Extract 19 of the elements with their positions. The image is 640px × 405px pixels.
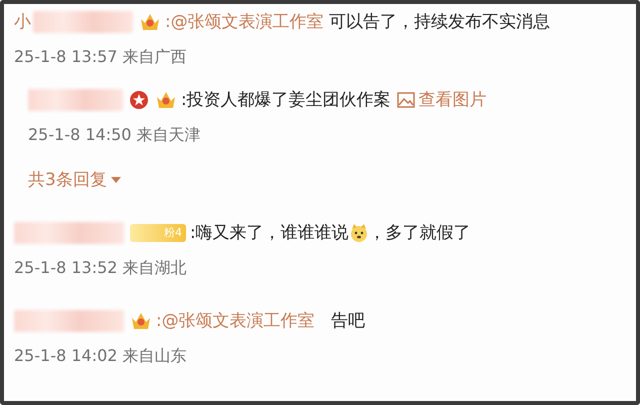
dog-emoji-icon	[348, 222, 369, 242]
mention-link[interactable]: :@张颂文表演工作室	[156, 309, 315, 332]
comment-text: 可以告了，持续发布不实消息	[328, 11, 550, 33]
comment-meta: 25-1-8 14:02 来自山东	[14, 346, 188, 367]
image-icon	[396, 92, 415, 108]
comment-text: :嗨又来了，谁谁谁说	[190, 222, 349, 244]
username[interactable]: 小	[14, 10, 31, 33]
comment-meta: 25-1-8 13:52 来自湖北	[14, 258, 188, 279]
caret-icon	[110, 176, 121, 182]
comment-meta: 25-1-8 13:57 来自广西	[14, 47, 188, 68]
comment-text: :投资人都爆了姜尘团伙作案	[181, 89, 391, 111]
star-badge-icon	[129, 90, 149, 110]
fan-badge: 粉4	[130, 224, 186, 242]
reply-meta: 25-1-8 14:50 来自天津	[28, 125, 202, 146]
comment-text: ，多了就假了	[368, 222, 471, 244]
view-image-link[interactable]: 查看图片	[396, 88, 487, 111]
comment-text: 告吧	[330, 310, 365, 332]
mention-link[interactable]: :@张颂文表演工作室	[165, 10, 324, 33]
more-replies-button[interactable]: 共3条回复	[14, 168, 121, 191]
